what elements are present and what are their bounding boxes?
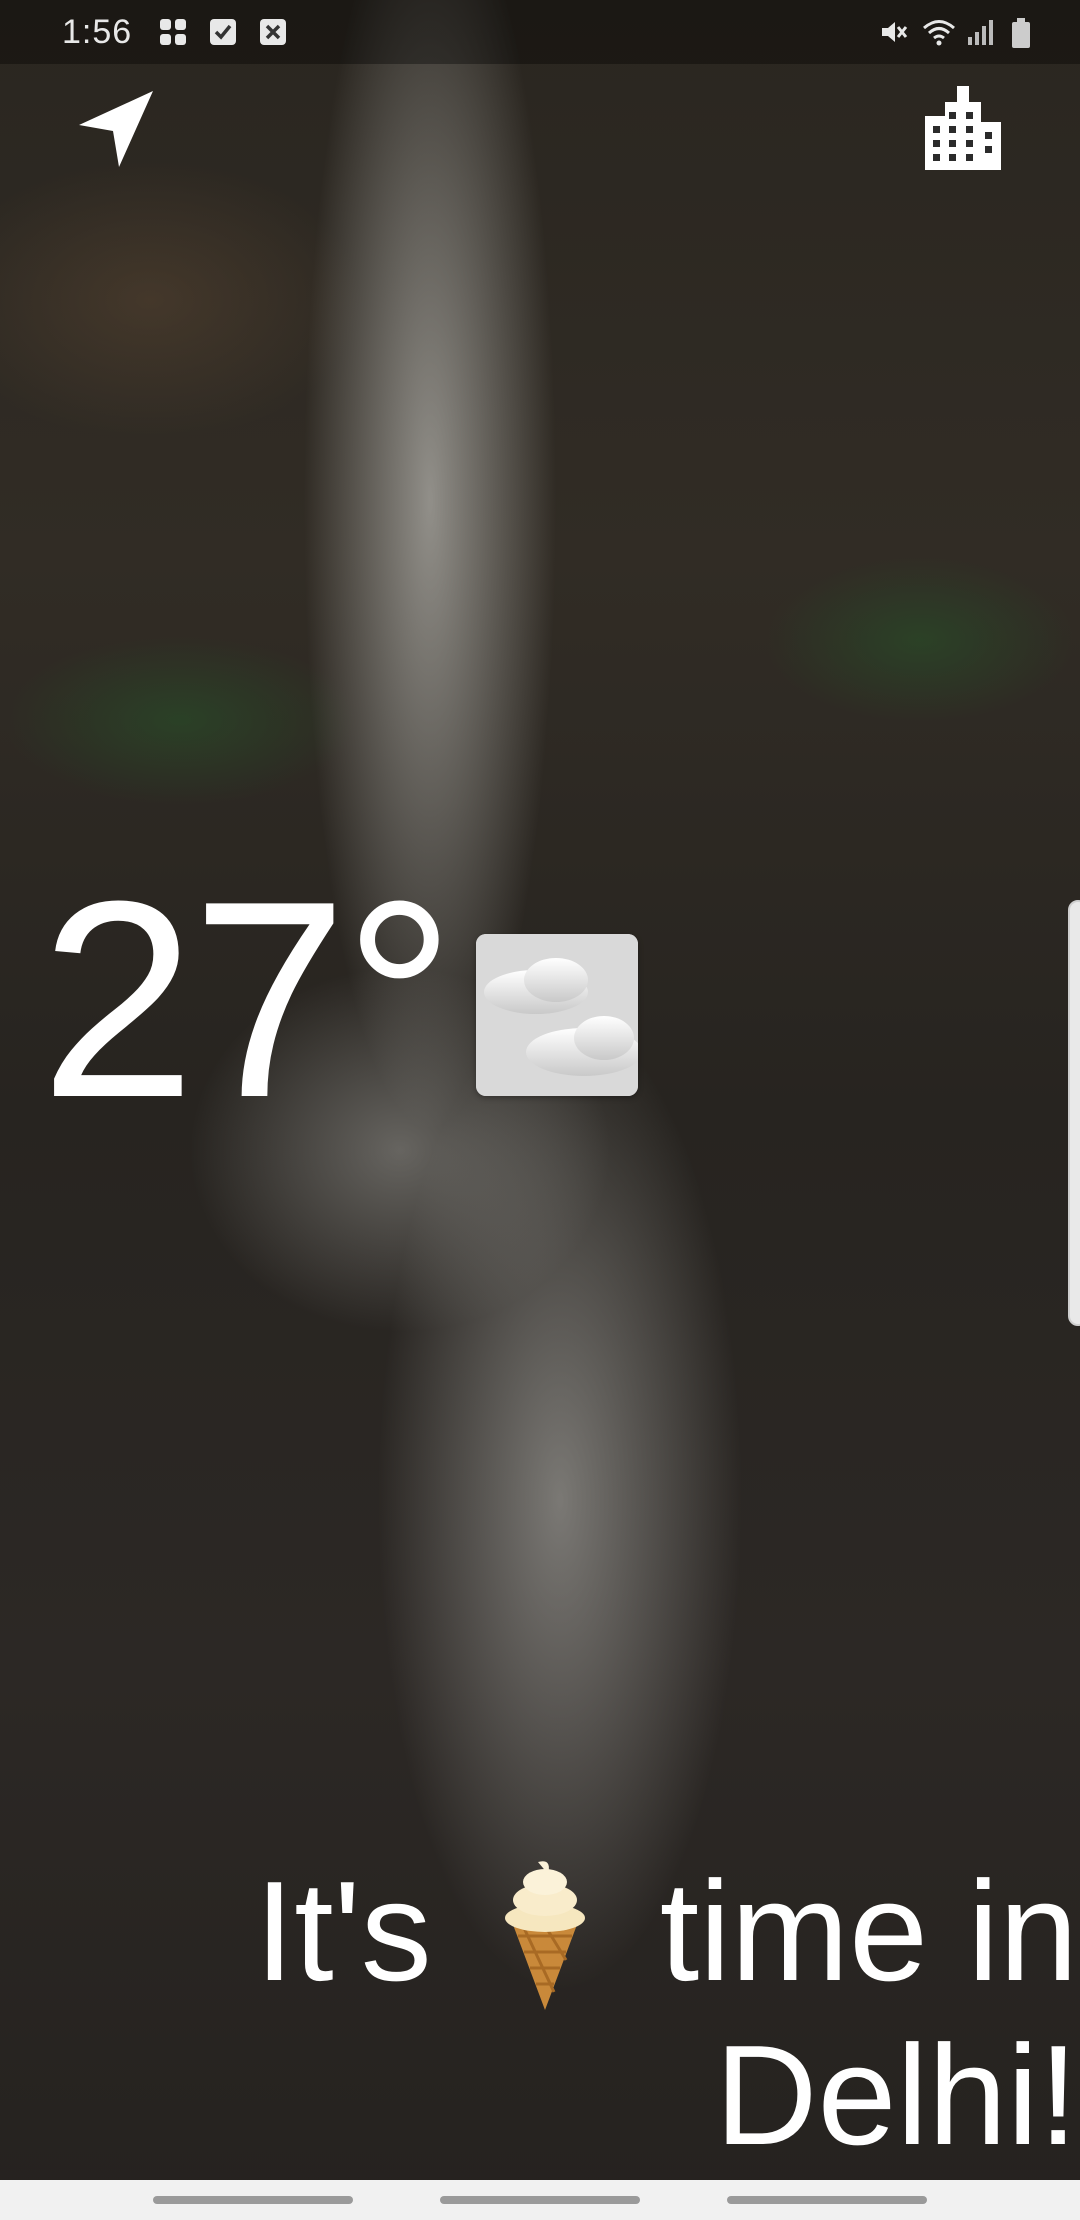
weather-message: It's time in Delhi!: [18, 1840, 1078, 2178]
battery-icon: [1010, 17, 1040, 48]
location-button[interactable]: [70, 82, 160, 172]
message-line-1: It's time in: [18, 1840, 1078, 2014]
checkbox-icon: [208, 17, 238, 47]
ice-cream-icon: [490, 1852, 600, 2012]
close-box-icon: [258, 17, 288, 47]
nav-recents-button[interactable]: [153, 2196, 354, 2204]
message-city: Delhi!: [714, 2016, 1078, 2176]
signal-icon: [966, 17, 996, 47]
dual-sim-icon: [158, 17, 188, 47]
status-bar: 1:56: [0, 0, 1080, 64]
status-time: 1:56: [62, 12, 133, 51]
navigation-arrow-icon: [79, 91, 153, 167]
nav-home-button[interactable]: [439, 2196, 640, 2204]
side-drawer-handle[interactable]: [1068, 900, 1080, 1326]
status-left-icons: [158, 17, 288, 47]
weather-screen: 1:56 27° It's time in Delhi!: [0, 0, 1080, 2220]
navigation-bar: [0, 2180, 1080, 2220]
status-right-icons: [878, 17, 1040, 48]
mute-icon: [878, 17, 908, 47]
temperature-readout: 27°: [40, 844, 455, 1156]
city-button[interactable]: [918, 82, 1008, 172]
wifi-icon: [922, 17, 955, 47]
message-time-in: time in: [659, 1852, 1078, 2012]
city-buildings-icon: [925, 86, 1001, 170]
cloudy-icon: [476, 934, 638, 1096]
message-its: It's: [254, 1852, 432, 2012]
nav-back-button[interactable]: [726, 2196, 927, 2204]
